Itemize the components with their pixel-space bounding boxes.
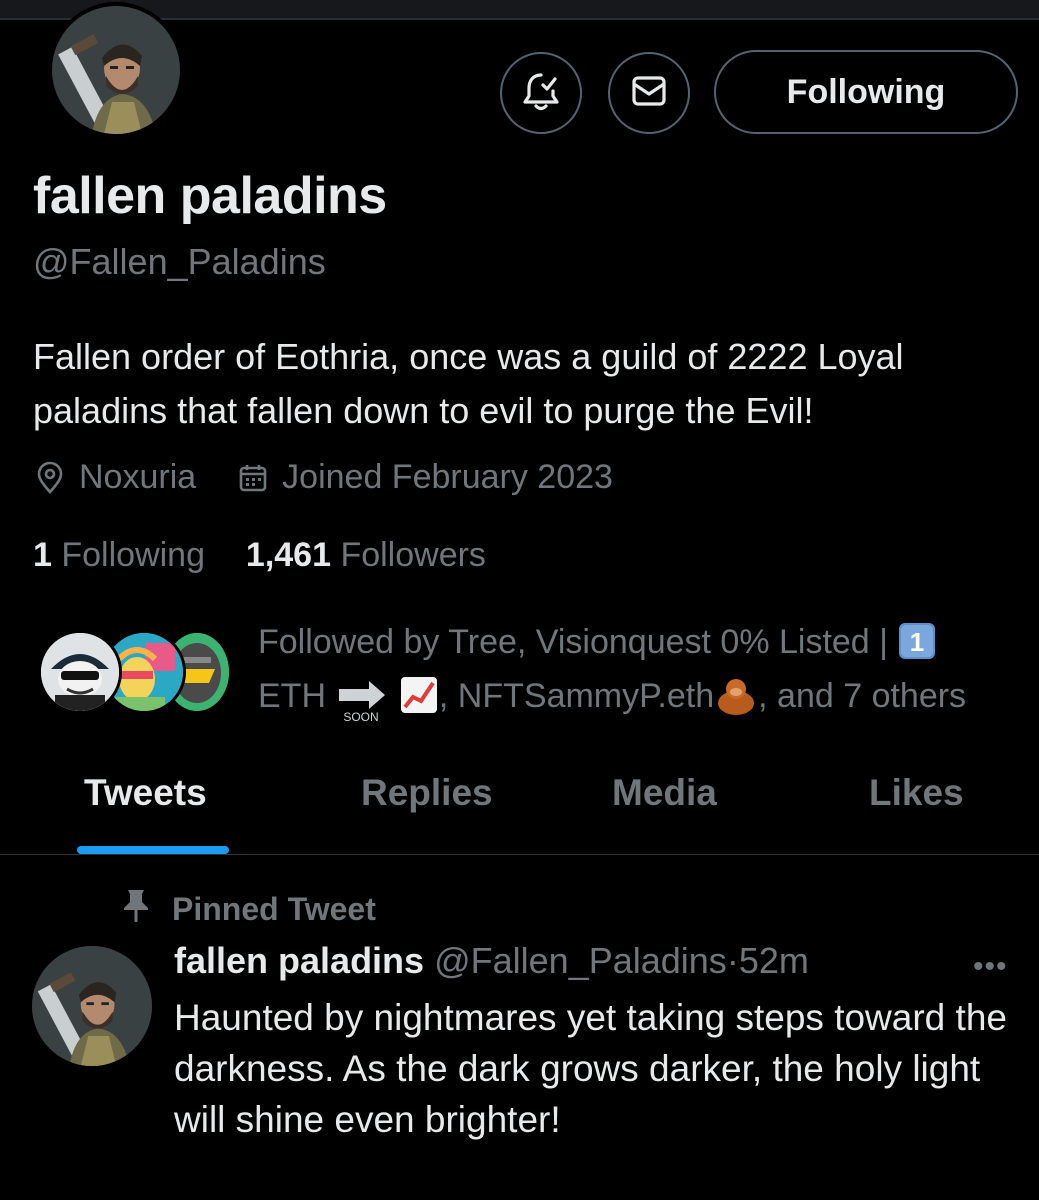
following-button[interactable]: Following [714, 50, 1018, 134]
pinned-label: Pinned Tweet [120, 888, 376, 930]
envelope-icon [627, 69, 671, 118]
followed-by-text[interactable]: Followed by Tree, Visionquest 0% Listed … [258, 616, 1018, 724]
tab-tweets[interactable]: Tweets [84, 772, 207, 814]
profile-meta: Noxuria Joined February 2023 [33, 458, 613, 497]
message-button[interactable] [608, 52, 690, 134]
following-link[interactable]: 1 Following [33, 536, 205, 574]
tab-media[interactable]: Media [612, 772, 717, 814]
followers-link[interactable]: 1,461 Followers [246, 536, 486, 574]
profile-avatar[interactable] [48, 2, 184, 138]
profile-tabs: Tweets Replies Media Likes [0, 760, 1039, 854]
eth-text: ETH [258, 677, 326, 716]
tweet-separator-dot: · [726, 940, 739, 981]
followers-label: Followers [340, 536, 486, 574]
following-label: Following [61, 536, 205, 574]
tab-likes[interactable]: Likes [869, 772, 964, 814]
following-count: 1 [33, 536, 52, 574]
nft-text: , NFTSammyP.eth [438, 677, 715, 716]
location-text: Noxuria [79, 458, 197, 496]
followers-count: 1,461 [245, 536, 331, 574]
notifications-button[interactable] [500, 52, 582, 134]
tab-replies[interactable]: Replies [361, 772, 493, 814]
location-pin-icon [33, 461, 67, 495]
followed-by-avatars[interactable] [38, 630, 238, 714]
profile-bio: Fallen order of Eothria, once was a guil… [33, 336, 904, 431]
profile-handle: @Fallen_Paladins [33, 241, 326, 282]
active-tab-indicator [77, 846, 229, 854]
tweet-header: fallen paladins @Fallen_Paladins·52m [174, 940, 809, 982]
tweet-timestamp[interactable]: 52m [739, 940, 809, 981]
soon-label: SOON [344, 710, 379, 723]
calendar-icon [236, 461, 270, 495]
keycap-one-label: 1 [910, 627, 924, 657]
keycap-one-emoji: 1 [897, 618, 937, 670]
tweet-text: Haunted by nightmares yet taking steps t… [174, 997, 1007, 1140]
more-options-icon[interactable]: ••• [973, 950, 1008, 984]
pinned-text: Pinned Tweet [172, 890, 376, 927]
orangutan-emoji [714, 672, 758, 724]
others-text: , and 7 others [758, 677, 967, 716]
follower-avatar-1 [38, 630, 122, 714]
bell-check-icon [519, 69, 563, 118]
profile-name: fallen paladins [33, 167, 387, 225]
tweet-author-handle[interactable]: @Fallen_Paladins [434, 940, 727, 981]
tweet-author-avatar[interactable] [32, 946, 152, 1066]
soon-arrow-emoji: SOON [335, 672, 389, 724]
tabs-divider [0, 854, 1039, 855]
tweet-author-name[interactable]: fallen paladins [174, 940, 424, 981]
followed-by-line: Followed by Tree, Visionquest 0% Listed … [258, 623, 888, 661]
joined-text: Joined February 2023 [282, 458, 613, 496]
pin-icon [120, 888, 152, 930]
profile-stats: 1 Following 1,461 Followers [33, 536, 486, 575]
chart-increasing-emoji [399, 672, 439, 724]
